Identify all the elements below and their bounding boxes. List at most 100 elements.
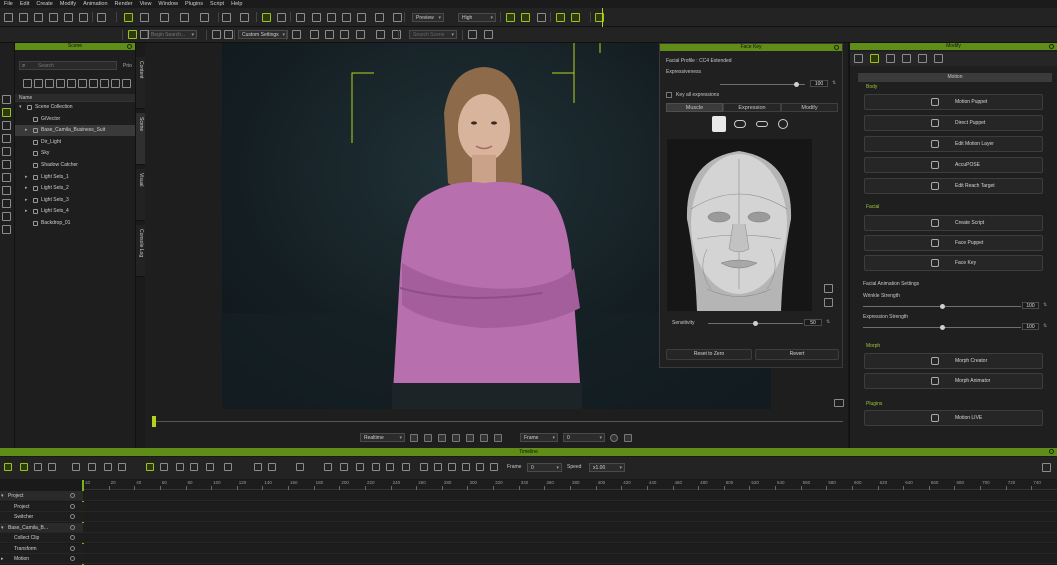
menu-edit[interactable]: Edit [20, 1, 29, 7]
reach-icon[interactable] [340, 30, 349, 39]
wrinkle-strength-slider[interactable] [863, 304, 1021, 309]
menu-create[interactable]: Create [36, 1, 53, 7]
menu-animation[interactable]: Animation [83, 1, 107, 7]
wrinkle-value[interactable]: 100 [1022, 302, 1039, 309]
search-scene-field[interactable]: Search Scene [409, 30, 457, 39]
expression-value[interactable]: 100 [1022, 323, 1039, 330]
motion-puppet-button[interactable]: Motion Puppet [864, 94, 1043, 110]
snap-icon[interactable] [222, 13, 231, 22]
transition-icon[interactable] [176, 463, 184, 471]
undo-icon[interactable] [97, 13, 106, 22]
menu-modify[interactable]: Modify [60, 1, 76, 7]
copy-icon[interactable] [104, 463, 112, 471]
close-icon[interactable] [127, 44, 132, 49]
particles-icon[interactable] [2, 199, 11, 208]
eye-icon[interactable] [48, 463, 56, 471]
scene-tree-item[interactable]: ▸ Light Sets_3 [15, 195, 135, 206]
mouth-region-icon[interactable] [756, 121, 768, 127]
cut-icon[interactable] [88, 463, 96, 471]
expand-toggle-icon[interactable]: ▾ [1, 523, 4, 533]
timeline-row[interactable]: Transform [0, 543, 83, 554]
person-icon[interactable] [2, 95, 11, 104]
clip-icon[interactable] [160, 463, 168, 471]
filter-icon[interactable] [23, 79, 32, 88]
nudge-icon[interactable] [292, 30, 301, 39]
tab-modify[interactable]: Modify [781, 103, 838, 112]
eye-icon[interactable] [67, 79, 76, 88]
timeline-track[interactable] [83, 533, 1057, 543]
expressiveness-slider[interactable] [720, 82, 805, 87]
layout-one-icon[interactable] [556, 13, 565, 22]
symmetry-icon[interactable] [824, 298, 833, 307]
gizmo-icon[interactable] [506, 13, 515, 22]
tool-icon[interactable] [224, 30, 233, 39]
viewport-scrubber[interactable] [153, 421, 843, 422]
rotate-icon[interactable] [160, 13, 169, 22]
delete-icon[interactable] [122, 79, 131, 88]
menu-render[interactable]: Render [115, 1, 133, 7]
match-icon[interactable] [468, 30, 477, 39]
unlink-icon[interactable] [268, 463, 276, 471]
loop-icon[interactable] [480, 434, 488, 442]
display-icon[interactable] [393, 13, 402, 22]
project-icon[interactable] [79, 13, 88, 22]
motion-icon[interactable] [870, 54, 879, 63]
expression-knob[interactable] [939, 325, 945, 330]
face-muscle-canvas[interactable] [667, 139, 812, 311]
select-icon[interactable] [124, 13, 133, 22]
timeline-ruler[interactable]: 10 20 40 60 80 100 120 140 160 180 200 220 240 260 280… [83, 480, 1057, 490]
scene-tree-item[interactable]: ▸ Light Sets_1 [15, 172, 135, 183]
grid-icon[interactable] [342, 13, 351, 22]
edit-motion-layer-button[interactable]: Edit Motion Layer [864, 136, 1043, 152]
close-icon[interactable] [1049, 44, 1054, 49]
expand-toggle-icon[interactable]: ▸ [25, 206, 28, 217]
track-options-icon[interactable] [70, 535, 75, 540]
menu-file[interactable]: File [4, 1, 13, 7]
layer-icon[interactable] [146, 463, 154, 471]
align-icon[interactable] [240, 13, 249, 22]
key-filter-icon[interactable] [4, 463, 12, 471]
skip-start-icon[interactable] [434, 463, 442, 471]
group-icon[interactable] [89, 79, 98, 88]
key-all-icon[interactable] [20, 463, 28, 471]
tab-expression[interactable]: Expression [723, 103, 781, 112]
motion-live-button[interactable]: Motion LIVE [864, 410, 1043, 426]
step-back-icon[interactable] [448, 463, 456, 471]
timeline-row[interactable]: ▸ Motion [0, 554, 83, 564]
reset-to-zero-button[interactable]: Reset to Zero [666, 349, 752, 360]
align-left-icon[interactable] [356, 30, 365, 39]
scrubber-handle[interactable] [152, 416, 156, 427]
skip-end-icon[interactable] [466, 434, 474, 442]
scene-tree-item[interactable]: ▸ Light Sets_2 [15, 183, 135, 194]
pivot-icon[interactable] [200, 13, 209, 22]
import-icon[interactable] [64, 13, 73, 22]
scene-tree-item[interactable]: ▸ Light Sets_4 [15, 206, 135, 217]
timeline-settings-icon[interactable] [1042, 463, 1051, 472]
bone-icon[interactable] [521, 13, 530, 22]
playback-mode-dropdown[interactable]: Realtime [360, 433, 405, 442]
camera-view-icon[interactable] [262, 13, 271, 22]
expand-toggle-icon[interactable]: ▸ [1, 554, 4, 564]
skip-end-icon[interactable] [476, 463, 484, 471]
leaf-icon[interactable] [2, 108, 11, 117]
motion-section-header[interactable]: Motion [858, 73, 1052, 82]
search-icon[interactable] [140, 30, 149, 39]
render-icon[interactable] [375, 13, 384, 22]
sort-icon[interactable] [296, 463, 304, 471]
camera-icon[interactable] [2, 147, 11, 156]
wrinkle-knob[interactable] [939, 304, 945, 309]
timeline-track[interactable] [83, 501, 1057, 512]
scene-tree-item[interactable]: Backdrop_01 [15, 218, 135, 229]
zoom-out-icon[interactable] [372, 463, 380, 471]
close-icon[interactable] [1049, 449, 1054, 454]
screen-icon[interactable] [834, 399, 844, 407]
timeline-row[interactable]: Switcher [0, 512, 83, 522]
direct-puppet-button[interactable]: Direct Puppet [864, 115, 1043, 131]
wire-icon[interactable] [537, 13, 546, 22]
columns-icon[interactable] [324, 463, 332, 471]
frame-input[interactable]: 0 [563, 433, 605, 442]
link-icon[interactable] [392, 30, 401, 39]
open-icon[interactable] [19, 13, 28, 22]
key-all-checkbox[interactable] [666, 92, 672, 98]
paste-icon[interactable] [118, 463, 126, 471]
